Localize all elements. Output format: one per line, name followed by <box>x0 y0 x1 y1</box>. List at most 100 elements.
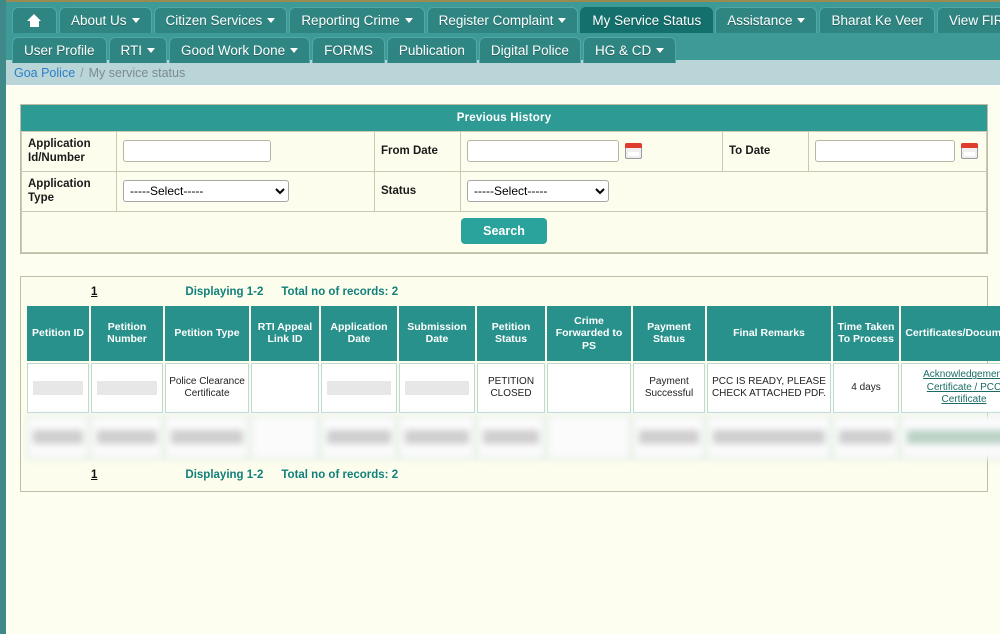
search-button[interactable]: Search <box>461 217 547 244</box>
redaction-block <box>327 381 391 396</box>
redaction-block <box>33 429 83 444</box>
nav-digital-police-label: Digital Police <box>490 42 569 58</box>
redaction-block <box>405 429 469 444</box>
pager-bottom: 1 Displaying 1-2 Total no of records: 2 <box>25 461 983 487</box>
column-header: Certificates/Documents <box>901 305 1000 362</box>
column-header: Application Date <box>321 305 397 362</box>
status-label: Status <box>374 170 461 212</box>
home-icon <box>27 14 42 27</box>
nav-publication-label: Publication <box>398 42 465 58</box>
page-number-link[interactable]: 1 <box>91 469 97 481</box>
calendar-icon[interactable] <box>961 143 978 160</box>
redacted-cell <box>321 363 397 413</box>
application-id-input[interactable] <box>123 140 271 163</box>
nav-reporting-crime[interactable]: Reporting Crime <box>289 7 425 33</box>
to-date-cell <box>808 131 987 172</box>
certificate-link[interactable]: Acknowledgement Certificate / PCC Certif… <box>923 369 1000 405</box>
chevron-down-icon <box>404 18 413 23</box>
redaction-block <box>713 429 825 444</box>
nav-user-profile[interactable]: User Profile <box>12 37 107 63</box>
nav-row-secondary: User Profile RTI Good Work Done FORMS Public… <box>6 35 1000 63</box>
redacted-cell <box>91 414 163 459</box>
redacted-cell <box>833 414 899 459</box>
application-type-cell: -----Select----- <box>116 170 375 212</box>
page: About Us Citizen Services Reporting Crime R… <box>0 0 1000 634</box>
results-table-body: Police Clearance Certificate PETITION CLO… <box>27 363 1000 459</box>
redaction-block <box>907 429 1000 444</box>
table-cell: 4 days <box>833 363 899 413</box>
nav-my-service-status-label: My Service Status <box>592 12 702 28</box>
previous-history-panel: Previous History Application Id/Number F… <box>20 104 988 254</box>
chevron-down-icon <box>797 18 806 23</box>
redaction-block <box>639 429 699 444</box>
application-id-cell <box>116 131 375 172</box>
empty-cell <box>251 414 319 459</box>
nav-home[interactable] <box>12 7 57 33</box>
to-date-input[interactable] <box>815 140 955 163</box>
redaction-block <box>171 429 243 444</box>
nav-about-us[interactable]: About Us <box>59 7 152 33</box>
nav-view-fir[interactable]: View FIR <box>937 7 1000 33</box>
redacted-cell <box>27 414 89 459</box>
from-date-input[interactable] <box>467 140 619 163</box>
column-header: Petition Number <box>91 305 163 362</box>
main-navigation: About Us Citizen Services Reporting Crime R… <box>6 0 1000 63</box>
status-select[interactable]: -----Select----- <box>467 180 609 203</box>
nav-good-work-done-label: Good Work Done <box>181 42 286 58</box>
empty-cell <box>547 363 631 413</box>
nav-good-work-done[interactable]: Good Work Done <box>169 37 311 63</box>
nav-rti[interactable]: RTI <box>108 37 168 63</box>
application-type-select[interactable]: -----Select----- <box>123 180 289 203</box>
nav-register-complaint[interactable]: Register Complaint <box>426 7 579 33</box>
redacted-cell <box>399 414 475 459</box>
redacted-cell <box>91 363 163 413</box>
table-cell: Payment Successful <box>633 363 705 413</box>
certificates-cell: Acknowledgement Certificate / PCC Certif… <box>901 363 1000 413</box>
redacted-cell <box>165 414 249 459</box>
redacted-cell <box>707 414 831 459</box>
nav-hg-cd-label: HG & CD <box>594 42 652 58</box>
redaction-block <box>327 429 391 444</box>
nav-bharat-ke-veer-label: Bharat Ke Veer <box>831 12 924 28</box>
from-date-cell <box>460 131 723 172</box>
redaction-block <box>405 381 469 396</box>
column-header: Time Taken To Process <box>833 305 899 362</box>
nav-publication[interactable]: Publication <box>386 37 477 63</box>
nav-view-fir-label: View FIR <box>949 12 1000 28</box>
breadcrumb-root-link[interactable]: Goa Police <box>14 66 75 80</box>
chevron-down-icon <box>267 18 276 23</box>
page-number-link[interactable]: 1 <box>91 286 97 298</box>
chevron-down-icon <box>147 48 156 53</box>
pager-top: 1 Displaying 1-2 Total no of records: 2 <box>25 283 983 304</box>
nav-citizen-services[interactable]: Citizen Services <box>153 7 288 33</box>
breadcrumb-current: My service status <box>88 65 186 80</box>
search-button-row: Search <box>21 211 987 253</box>
table-cell: Police Clearance Certificate <box>165 363 249 413</box>
nav-forms[interactable]: FORMS <box>312 37 385 63</box>
nav-assistance[interactable]: Assistance <box>715 7 818 33</box>
empty-cell <box>547 414 631 459</box>
nav-about-us-label: About Us <box>71 12 127 28</box>
nav-my-service-status[interactable]: My Service Status <box>580 7 714 33</box>
results-panel: 1 Displaying 1-2 Total no of records: 2 … <box>20 275 1000 492</box>
redaction-block <box>97 429 157 444</box>
status-cell: -----Select----- <box>460 170 987 212</box>
chevron-down-icon <box>290 48 299 53</box>
redacted-cell <box>321 414 397 459</box>
redaction-block <box>839 429 893 444</box>
application-id-label: Application Id/Number <box>21 131 117 172</box>
page-inner: About Us Citizen Services Reporting Crime R… <box>6 0 1000 634</box>
chevron-down-icon <box>558 18 567 23</box>
nav-bharat-ke-veer[interactable]: Bharat Ke Veer <box>819 7 936 33</box>
nav-digital-police[interactable]: Digital Police <box>478 37 581 63</box>
application-type-label: Application Type <box>21 170 117 212</box>
displaying-range: Displaying 1-2 <box>185 285 264 298</box>
nav-register-complaint-label: Register Complaint <box>438 12 554 28</box>
redacted-cell <box>633 414 705 459</box>
nav-row-primary: About Us Citizen Services Reporting Crime R… <box>6 5 1000 33</box>
total-records: Total no of records: 2 <box>281 285 399 298</box>
column-header: Payment Status <box>633 305 705 362</box>
calendar-icon[interactable] <box>625 143 642 160</box>
redacted-cell <box>27 363 89 413</box>
nav-hg-cd[interactable]: HG & CD <box>582 37 677 63</box>
